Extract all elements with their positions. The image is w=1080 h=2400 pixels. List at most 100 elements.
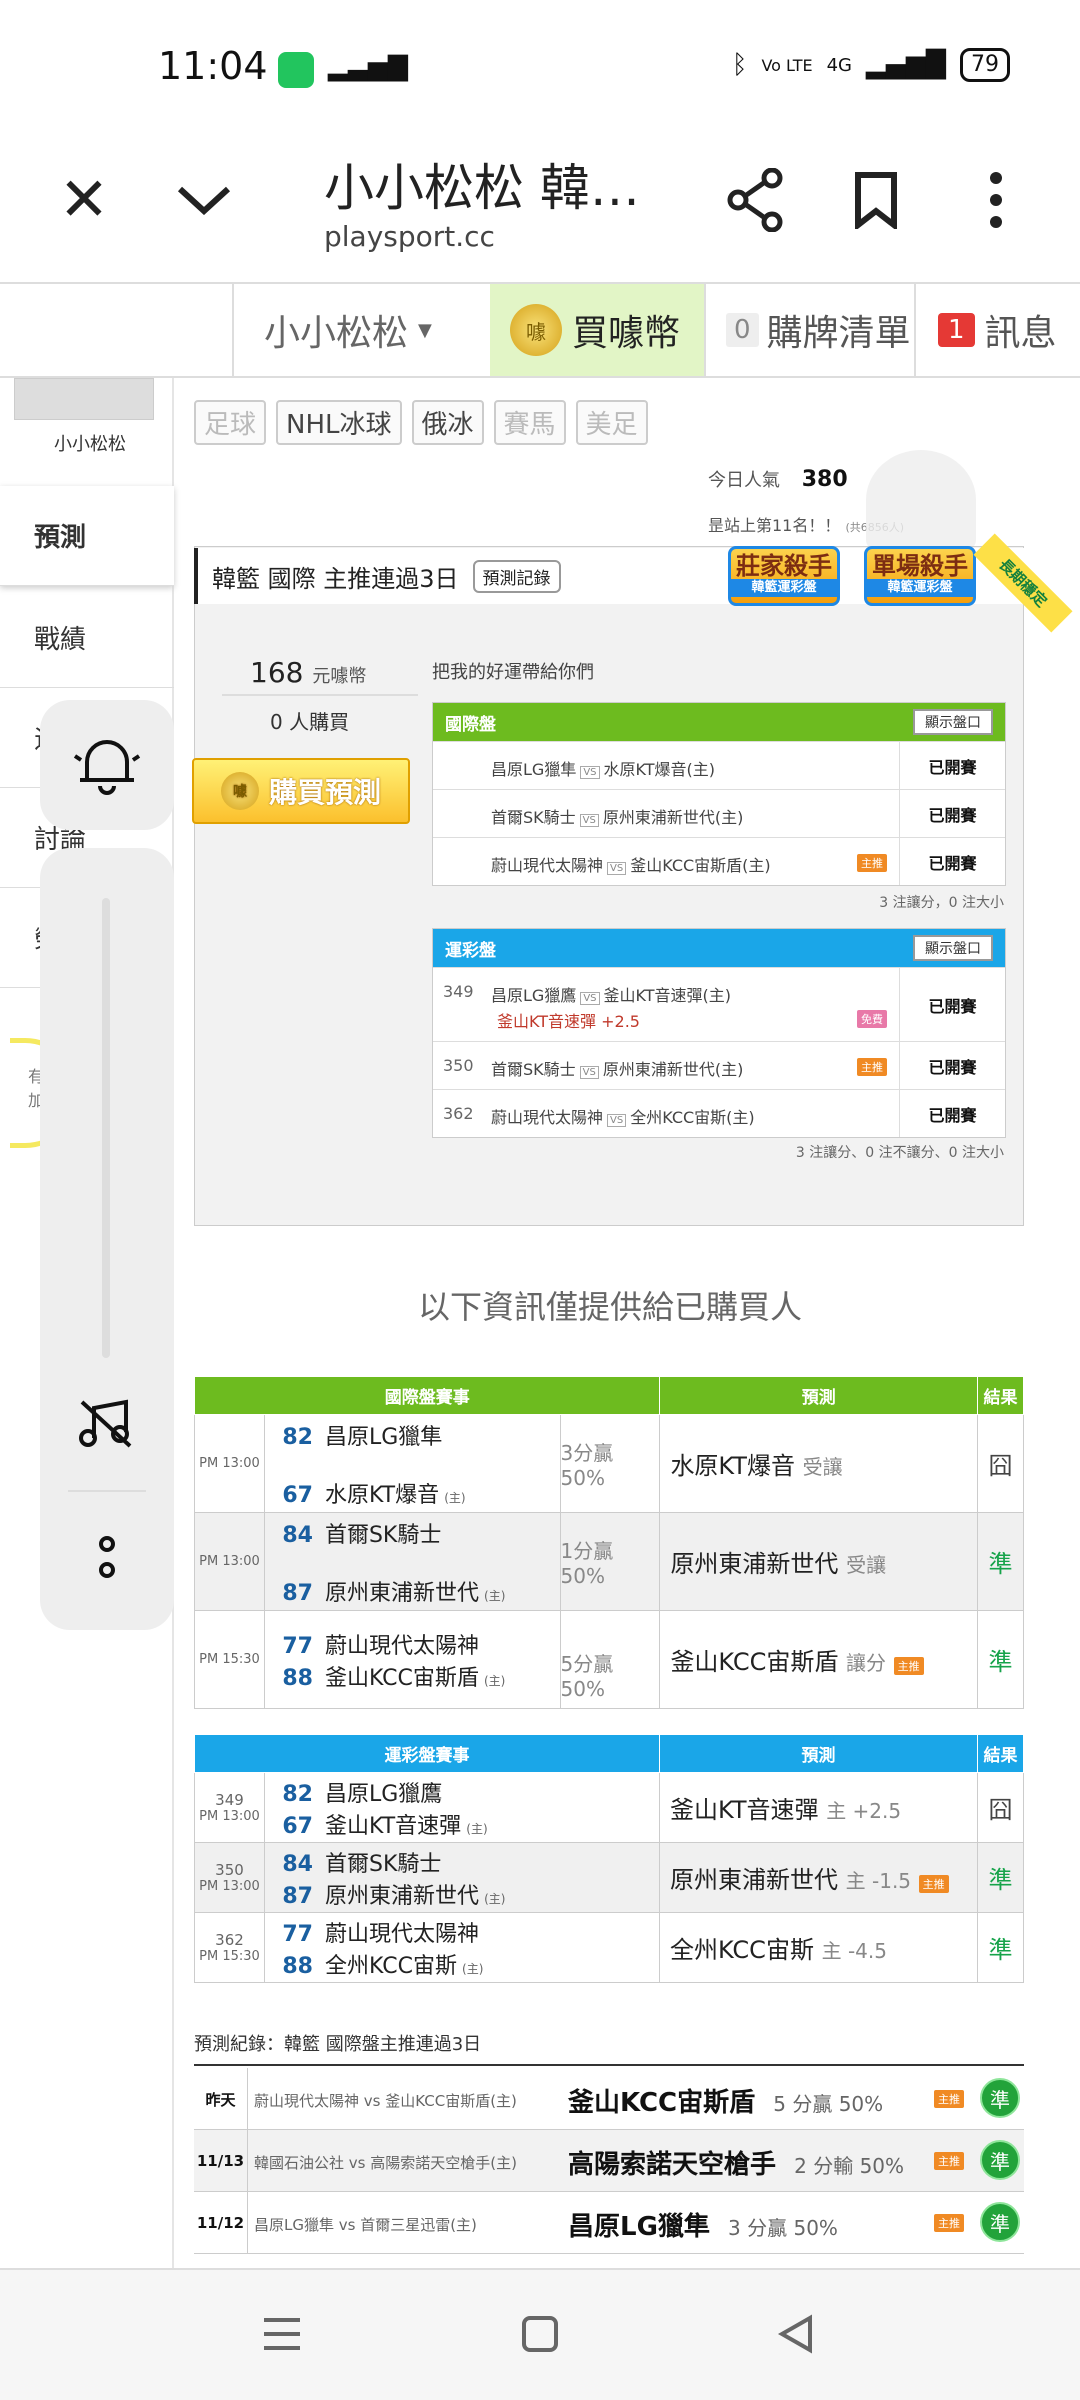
match: 首爾SK騎士 VS 原州東浦新世代(主) [491, 804, 743, 828]
team: 首爾SK騎士 [325, 1851, 442, 1877]
mascot-image [866, 450, 976, 550]
score: 82 [282, 1424, 313, 1450]
game-time: PM 15:30 [194, 1610, 265, 1709]
record-game[interactable]: 蔚山現代太陽神 vs 釜山KCC宙斯盾(主) [254, 2090, 517, 2111]
messages-label: 訊息 [984, 313, 1057, 354]
main-pick-tag: 主推 [918, 1875, 949, 1893]
result: 準 [977, 1842, 1024, 1913]
result-badge: 準 [980, 2140, 1020, 2180]
pred: 水原KT爆音 [670, 1452, 795, 1480]
team: 釜山KT音速彈 [325, 1813, 462, 1839]
game-no: 350 [443, 1056, 474, 1075]
team: 原州東浦新世代 [325, 1883, 480, 1909]
floating-assistant-panel [40, 700, 174, 1630]
team-a: 昌原LG獵鷹 [491, 986, 577, 1005]
cart-list-button[interactable]: 0 購牌清單 [704, 284, 914, 376]
vs-icon: VS [607, 862, 627, 875]
team-b: 全州KCC宙斯(主) [630, 1108, 755, 1127]
menu-icon[interactable] [262, 2314, 302, 2358]
column-header: 結果 [977, 1734, 1024, 1773]
sidebar-item-predict[interactable]: 預測 [0, 486, 174, 586]
pred: 原州東浦新世代 [670, 1866, 838, 1894]
host-mark: (主) [484, 1588, 506, 1603]
game-no: 362 [443, 1104, 474, 1123]
share-icon[interactable] [716, 160, 796, 240]
record-game[interactable]: 韓國石油公社 vs 高陽索諾天空槍手(主) [254, 2152, 517, 2173]
bell-icon [73, 740, 141, 795]
status-bar: 11:04 ▂▃▅▇ ᛒ Vo LTE 4G ▂▄▆█ 79 [0, 0, 1080, 120]
result-badge: 準 [980, 2078, 1020, 2118]
intl-show-button[interactable]: 顯示盤口 [913, 709, 993, 735]
medal1-sub: 韓籃運彩盤 [731, 579, 837, 597]
game-no-time: 349 PM 13:00 [194, 1772, 265, 1843]
team-a: 首爾SK騎士 [491, 808, 576, 827]
team: 釜山KCC宙斯盾 [324, 1665, 479, 1691]
column-header: 結果 [977, 1376, 1024, 1415]
pred-cell: 全州KCC宙斯 主 -4.5 [659, 1912, 978, 1983]
tag-nhl[interactable]: NHL冰球 [276, 400, 402, 445]
music-off-icon[interactable] [78, 1398, 134, 1452]
page-url[interactable]: playsport.cc [324, 220, 495, 253]
lottery-results-table: 運彩盤賽事 預測 結果 349 PM 13:00 82 昌原LG獵鷹 67 釜山KT音… [194, 1734, 1024, 1983]
table-row: PM 13:00 82 昌原LG獵隼 67 水原KT爆音 (主) 3分贏 50% 水原… [194, 1414, 1024, 1513]
sidebar-item-record[interactable]: 戰績 [0, 588, 174, 688]
bluetooth-icon: ᛒ [731, 50, 748, 80]
buy-coin-label: 買噱幣 [572, 313, 681, 354]
back-icon[interactable] [776, 2314, 816, 2358]
status: 已開賽 [899, 1090, 1005, 1137]
lottery-label: 運彩盤 [445, 940, 496, 961]
user-menu[interactable]: 小小松松 ▼ [232, 284, 490, 376]
status: 已開賽 [899, 838, 1005, 885]
main-pick-tag: 主推 [857, 1058, 887, 1076]
home-icon[interactable] [520, 2314, 560, 2358]
score: 82 [282, 1781, 313, 1807]
lottery-show-button[interactable]: 顯示盤口 [913, 935, 993, 961]
avatar[interactable] [14, 378, 154, 420]
score: 88 [282, 1953, 313, 1979]
cart-count: 0 [726, 313, 759, 347]
record-button[interactable]: 預測記錄 [472, 559, 561, 593]
buy-coin-button[interactable]: 噱 買噱幣 [490, 284, 704, 376]
status: 已開賽 [899, 742, 1005, 789]
table-row: 362 PM 15:30 77 蔚山現代太陽神 88 全州KCC宙斯 (主) 全州KC… [194, 1912, 1024, 1983]
record-pick: 高陽索諾天空槍手 2 分輸 50% [568, 2144, 904, 2181]
record-game[interactable]: 昌原LG獵隼 vs 首爾三星迅雷(主) [254, 2214, 477, 2235]
score: 77 [282, 1921, 313, 1947]
host-mark: (主) [483, 1673, 506, 1688]
more-dots-icon[interactable] [96, 1536, 118, 1584]
bookmark-icon[interactable] [836, 160, 916, 240]
status-right: ᛒ Vo LTE 4G ▂▄▆█ 79 [732, 48, 1010, 82]
status-time: 11:04 [158, 44, 268, 88]
popularity-label: 今日人氣 [708, 470, 780, 491]
chevron-down-icon[interactable] [164, 160, 244, 240]
intl-section: 國際盤 顯示盤口 昌原LG獵隼 VS 水原KT爆音(主) 已開賽 首爾SK騎士 VS 原… [432, 702, 1006, 886]
team-b: 原州東浦新世代(主) [602, 808, 744, 827]
team: 蔚山現代太陽神 [324, 1633, 479, 1659]
tag-russia-ice[interactable]: 俄冰 [411, 400, 484, 445]
pred: 原州東浦新世代 [670, 1550, 839, 1578]
game-no: 349 [443, 982, 474, 1001]
bell-button[interactable] [40, 700, 174, 830]
pick-detail: 5 分贏 50% [773, 2092, 884, 2116]
table-row: 349 PM 13:00 82 昌原LG獵鷹 67 釜山KT音速彈 (主) 釜山KT音… [194, 1772, 1024, 1843]
pred-sub: 主 +2.5 [826, 1799, 902, 1823]
tag-horse[interactable]: 賽馬 [493, 400, 566, 445]
price: 168 元噱幣 [250, 656, 366, 689]
cart-label: 購牌清單 [766, 313, 911, 354]
game-no: 362 [215, 1931, 244, 1949]
close-icon[interactable]: ✕ [44, 160, 124, 240]
tag-american-football[interactable]: 美足 [575, 400, 648, 445]
buy-prediction-label: 購買預測 [268, 776, 381, 809]
status: 已開賽 [899, 1042, 1005, 1089]
sidebar-user-name: 小小松松 [54, 434, 126, 455]
list-item: 昌原LG獵隼 VS 水原KT爆音(主) 已開賽 [433, 741, 1005, 789]
more-vert-icon[interactable] [956, 160, 1036, 240]
messages-button[interactable]: 1 訊息 [914, 284, 1080, 376]
match: 昌原LG獵鷹 VS 釜山KT音速彈(主) [491, 982, 731, 1006]
buy-prediction-button[interactable]: 噱 購買預測 [192, 758, 410, 824]
popularity-value: 380 [801, 467, 848, 492]
stat-cell: 3分贏 50% [560, 1414, 661, 1513]
team-a: 首爾SK騎士 [491, 1060, 576, 1079]
game-time: PM 15:30 [199, 1949, 260, 1964]
tag-football[interactable]: 足球 [194, 400, 267, 445]
